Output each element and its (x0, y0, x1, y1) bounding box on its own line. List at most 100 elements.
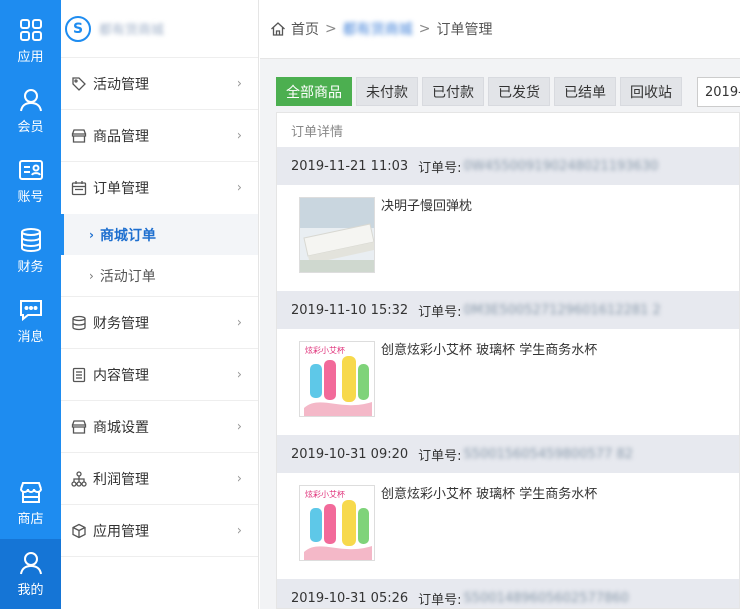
brand-logo[interactable]: S 都有货商城 (61, 0, 258, 58)
sidebar-item-label: 活动管理 (93, 76, 149, 93)
panel-title: 订单详情 (291, 124, 344, 140)
order-time: 2019-11-10 15:32 (291, 302, 409, 318)
sidebar-item-apps[interactable]: 应用管理 › (61, 505, 258, 557)
chevron-right-icon: › (236, 471, 242, 486)
order-no-label: 订单号: (418, 160, 462, 176)
chevron-right-icon: › (236, 180, 242, 196)
breadcrumb-current: 订单管理 (436, 22, 493, 38)
sidebar-item-label: 内容管理 (93, 367, 149, 384)
sidebar-item-profit[interactable]: 利润管理 › (61, 453, 258, 505)
tab-shipped[interactable]: 已发货 (488, 77, 550, 106)
sidebar-subitem-label: 活动订单 (99, 268, 156, 285)
order-time: 2019-10-31 05:26 (291, 590, 409, 606)
chevron-right-icon: › (236, 367, 242, 382)
sidebar-item-mall-settings[interactable]: 商城设置 › (61, 401, 258, 453)
sidebar-item-label: 财务管理 (93, 315, 149, 332)
store-icon (71, 128, 87, 144)
sidebar-item-label: 应用管理 (93, 523, 149, 540)
product-name[interactable]: 创意炫彩小艾杯 玻璃杯 学生商务水杯 (381, 483, 597, 502)
chevron-right-icon: › (236, 523, 242, 538)
tab-unpaid[interactable]: 未付款 (356, 77, 418, 106)
product-thumbnail[interactable]: 炫彩小艾杯 (299, 485, 375, 561)
rail-item-finance[interactable]: 财务 (0, 216, 61, 286)
rail-label: 账号 (17, 190, 44, 205)
sidebar-item-label: 订单管理 (93, 181, 149, 197)
order-item[interactable]: 炫彩小艾杯 创意炫彩小艾杯 玻璃杯 学生商务水杯 (277, 329, 739, 435)
main-content: 全部商品 未付款 已付款 已发货 已结单 回收站 2019- 订单详情 2019… (260, 59, 740, 609)
order-no-label: 订单号: (418, 304, 462, 320)
sidebar-item-finance[interactable]: 财务管理 › (61, 297, 258, 349)
order-item[interactable]: 炫彩小艾杯 创意炫彩小艾杯 玻璃杯 学生商务水杯 (277, 473, 739, 579)
orders-submenu: › 商城订单 › 活动订单 (61, 214, 258, 297)
tab-paid[interactable]: 已付款 (422, 77, 484, 106)
order-no-label: 订单号: (418, 448, 462, 464)
order-no: S5001489605602577860 (463, 590, 629, 606)
chevron-right-icon: › (236, 419, 242, 434)
order-header: 2019-10-31 05:26 订单号: S50014896056025778… (277, 579, 739, 608)
rail-label: 我的 (17, 583, 44, 598)
sidebar-item-label: 利润管理 (93, 471, 149, 488)
rail-label: 会员 (17, 120, 44, 135)
sidebar-subitem-activity-orders[interactable]: › 活动订单 (61, 255, 258, 296)
logo-text: 都有货商城 (99, 23, 165, 38)
sidebar-item-orders[interactable]: 订单管理 › (61, 162, 258, 214)
store-icon (71, 419, 87, 435)
order-time: 2019-10-31 09:20 (291, 446, 409, 462)
rail-label: 消息 (17, 330, 44, 345)
home-icon (271, 22, 285, 36)
rail-item-apps[interactable]: 应用 (0, 6, 61, 76)
document-icon (71, 367, 87, 383)
coins-icon (71, 315, 87, 331)
rail-item-store[interactable]: 商店 (0, 468, 61, 538)
order-status-tabs: 全部商品 未付款 已付款 已发货 已结单 回收站 (276, 77, 682, 106)
rail-item-members[interactable]: 会员 (0, 76, 61, 146)
breadcrumb-shop[interactable]: 都有货商城 (343, 19, 413, 39)
sidebar-item-content[interactable]: 内容管理 › (61, 349, 258, 401)
order-item[interactable]: 决明子慢回弹枕 (277, 185, 739, 291)
order-list-panel: 订单详情 2019-11-21 11:03 订单号: 0W45500919024… (276, 112, 740, 609)
rail-label: 商店 (17, 512, 44, 527)
order-no: 0W455009190248021193630 (463, 158, 659, 174)
user-icon (19, 89, 42, 112)
message-icon (19, 300, 42, 322)
order-header: 2019-11-10 15:32 订单号: 0M3E50052712960161… (277, 291, 739, 329)
sidebar: S 都有货商城 活动管理 › 商品管理 › 订单管理 › › 商城订单 › 活动… (61, 0, 259, 609)
sidebar-subitem-mall-orders[interactable]: › 商城订单 (61, 214, 258, 255)
chevron-right-icon: › (236, 315, 242, 330)
apps-grid-icon (19, 19, 42, 41)
tab-all-products[interactable]: 全部商品 (276, 77, 352, 106)
user-icon (19, 552, 42, 575)
rail-label: 应用 (17, 50, 44, 65)
rail-item-messages[interactable]: 消息 (0, 286, 61, 356)
app-rail: 应用 会员 账号 财务 消息 商店 我的 (0, 0, 61, 609)
logo-icon: S (65, 15, 91, 42)
svg-text:炫彩小艾杯: 炫彩小艾杯 (305, 489, 345, 499)
tag-icon (71, 76, 87, 92)
sidebar-item-products[interactable]: 商品管理 › (61, 110, 258, 162)
order-header: 2019-11-21 11:03 订单号: 0W4550091902480211… (277, 147, 739, 185)
rail-item-accounts[interactable]: 账号 (0, 146, 61, 216)
database-icon (20, 228, 41, 253)
tab-closed[interactable]: 已结单 (554, 77, 616, 106)
chevron-right-icon: › (89, 268, 94, 283)
sidebar-subitem-label: 商城订单 (99, 227, 156, 244)
product-name[interactable]: 决明子慢回弹枕 (381, 195, 472, 214)
product-thumbnail[interactable] (299, 197, 375, 273)
tab-recycle-bin[interactable]: 回收站 (620, 77, 682, 106)
chevron-right-icon: › (236, 128, 242, 143)
product-name[interactable]: 创意炫彩小艾杯 玻璃杯 学生商务水杯 (381, 339, 597, 358)
order-header: 2019-10-31 09:20 订单号: S50015605459800577… (277, 435, 739, 473)
chevron-right-icon: › (236, 76, 242, 91)
order-time: 2019-11-21 11:03 (291, 158, 409, 174)
store-icon (19, 482, 42, 503)
product-thumbnail[interactable]: 炫彩小艾杯 (299, 341, 375, 417)
sidebar-item-activity[interactable]: 活动管理 › (61, 58, 258, 110)
date-filter-input[interactable]: 2019- (697, 77, 740, 107)
cube-icon (71, 523, 87, 539)
rail-item-mine[interactable]: 我的 (0, 539, 61, 609)
breadcrumb-home[interactable]: 首页 (291, 19, 319, 39)
order-no: S50015605459800577 82 (463, 446, 634, 462)
sidebar-item-label: 商城设置 (93, 419, 149, 436)
breadcrumb-separator: > (418, 21, 431, 37)
chevron-right-icon: › (89, 227, 94, 242)
